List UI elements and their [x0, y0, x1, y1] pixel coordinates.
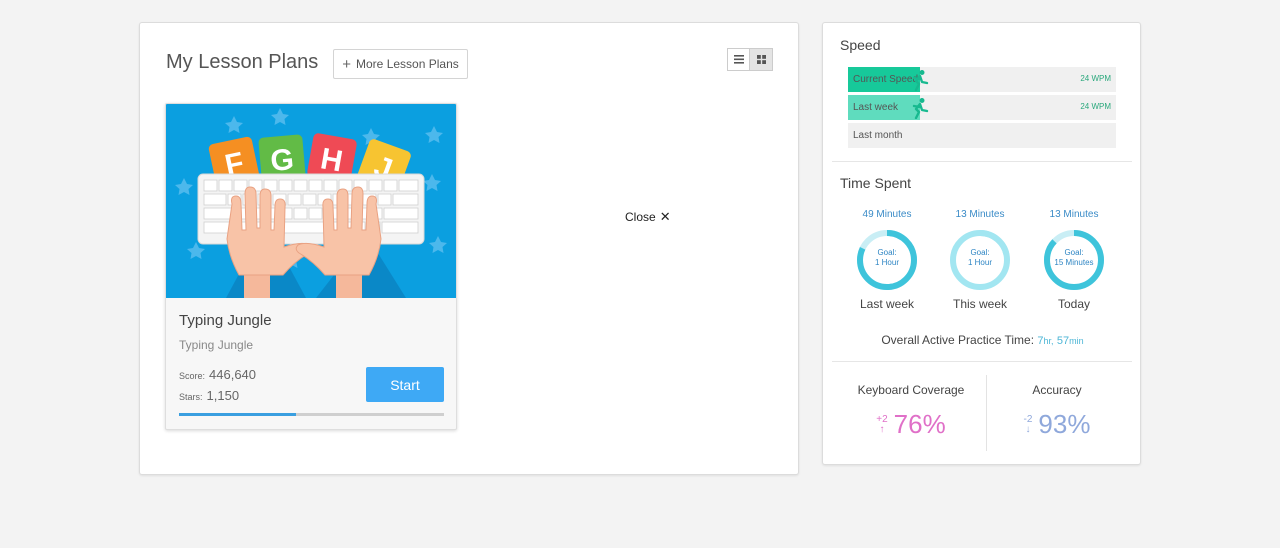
time-ring-today: 13 Minutes Goal: 15 Minutes Today — [1034, 209, 1114, 311]
speed-label-last-month: Last month — [853, 130, 903, 141]
stars-label: Stars: — [179, 392, 203, 402]
ring-period: Last week — [859, 297, 915, 311]
ring-goal-label: Goal: — [1064, 248, 1084, 257]
accuracy-value: 93% — [1038, 409, 1091, 439]
start-button[interactable]: Start — [366, 367, 444, 402]
ring-goal-value: 15 Minutes — [1054, 258, 1094, 267]
overall-minutes: 57 — [1056, 335, 1070, 347]
time-ring-this-week: 13 Minutes Goal: 1 Hour This week — [940, 209, 1020, 311]
view-toggle — [727, 48, 773, 71]
lesson-subtitle: Typing Jungle — [179, 338, 254, 352]
delta-value: -2 — [1023, 413, 1033, 425]
ring-period: Today — [1057, 297, 1091, 311]
section-divider — [832, 161, 1132, 162]
accuracy-delta: -2 ↓ — [1023, 413, 1033, 435]
arrow-down-icon: ↓ — [1025, 423, 1031, 435]
stars-row: Stars: 1,150 — [179, 388, 239, 403]
score-value: 446,640 — [209, 367, 257, 382]
stats-panel: Speed Current Speed 24 WPM Last week 24 … — [822, 22, 1141, 465]
stars-value: 1,150 — [206, 388, 240, 403]
lesson-title: Typing Jungle — [179, 312, 272, 329]
delta-value: +2 — [876, 413, 888, 425]
ring-goal-label: Goal: — [970, 248, 990, 257]
runner-icon — [913, 98, 929, 119]
speed-title: Speed — [840, 37, 881, 53]
speed-row-last-month: Last month — [848, 123, 1116, 148]
arrow-up-icon: ↑ — [879, 423, 885, 435]
plus-icon: + — [342, 55, 352, 73]
overall-hours-unit: hr, — [1043, 336, 1054, 346]
score-row: Score: 446,640 — [179, 367, 256, 382]
list-view-button[interactable] — [727, 48, 750, 71]
time-ring-last-week: 49 Minutes Goal: 1 Hour Last week — [847, 209, 927, 311]
lesson-progress-bar — [179, 413, 444, 416]
close-icon: ✕ — [659, 209, 671, 224]
ring-goal-label: Goal: — [877, 248, 897, 257]
lesson-plans-panel: My Lesson Plans + More Lesson Plans Clos… — [139, 22, 799, 475]
runner-icon — [913, 70, 929, 91]
overall-minutes-unit: min — [1069, 336, 1084, 346]
speed-row-last-week: Last week 24 WPM — [848, 95, 1116, 120]
lesson-card[interactable]: F G H J Typing Jungle Typing Jungle Scor… — [165, 103, 457, 430]
overall-practice-time: Overall Active Practice Time: 7hr, 57min — [823, 333, 1142, 347]
close-label: Close — [625, 210, 656, 224]
ring-minutes: 13 Minutes — [955, 209, 1005, 220]
lesson-thumbnail-image: F G H J — [166, 104, 456, 298]
speed-value-last-week: 24 WPM — [1080, 102, 1111, 111]
grid-icon — [756, 55, 766, 64]
ring-minutes: 49 Minutes — [862, 209, 912, 220]
keyboard-coverage-value: 76% — [893, 409, 946, 439]
list-icon — [733, 55, 744, 64]
keyboard-coverage-delta: +2 ↑ — [876, 413, 888, 435]
ring-goal-value: 1 Hour — [967, 258, 992, 267]
letter-block-g: G — [269, 143, 295, 178]
page-title: My Lesson Plans — [166, 51, 319, 73]
ring-minutes: 13 Minutes — [1049, 209, 1099, 220]
ring-period: This week — [952, 297, 1008, 311]
section-divider — [832, 361, 1132, 362]
more-lesson-plans-button[interactable]: + More Lesson Plans — [333, 49, 468, 79]
lesson-progress-fill — [179, 413, 296, 416]
speed-label-last-week: Last week — [853, 102, 899, 113]
grid-view-button[interactable] — [750, 48, 773, 71]
accuracy: Accuracy -2 ↓ 93% — [982, 383, 1132, 440]
keyboard-coverage: Keyboard Coverage +2 ↑ 76% — [836, 383, 986, 440]
ring-goal-value: 1 Hour — [874, 258, 899, 267]
keyboard-coverage-title: Keyboard Coverage — [857, 383, 965, 397]
speed-value-current: 24 WPM — [1080, 74, 1111, 83]
close-button[interactable]: Close ✕ — [625, 209, 671, 225]
speed-row-current: Current Speed 24 WPM — [848, 67, 1116, 92]
overall-label: Overall Active Practice Time: — [881, 333, 1035, 347]
score-label: Score: — [179, 371, 206, 381]
accuracy-title: Accuracy — [1032, 383, 1082, 397]
more-lesson-plans-label: More Lesson Plans — [356, 57, 459, 71]
time-spent-title: Time Spent — [840, 175, 912, 191]
